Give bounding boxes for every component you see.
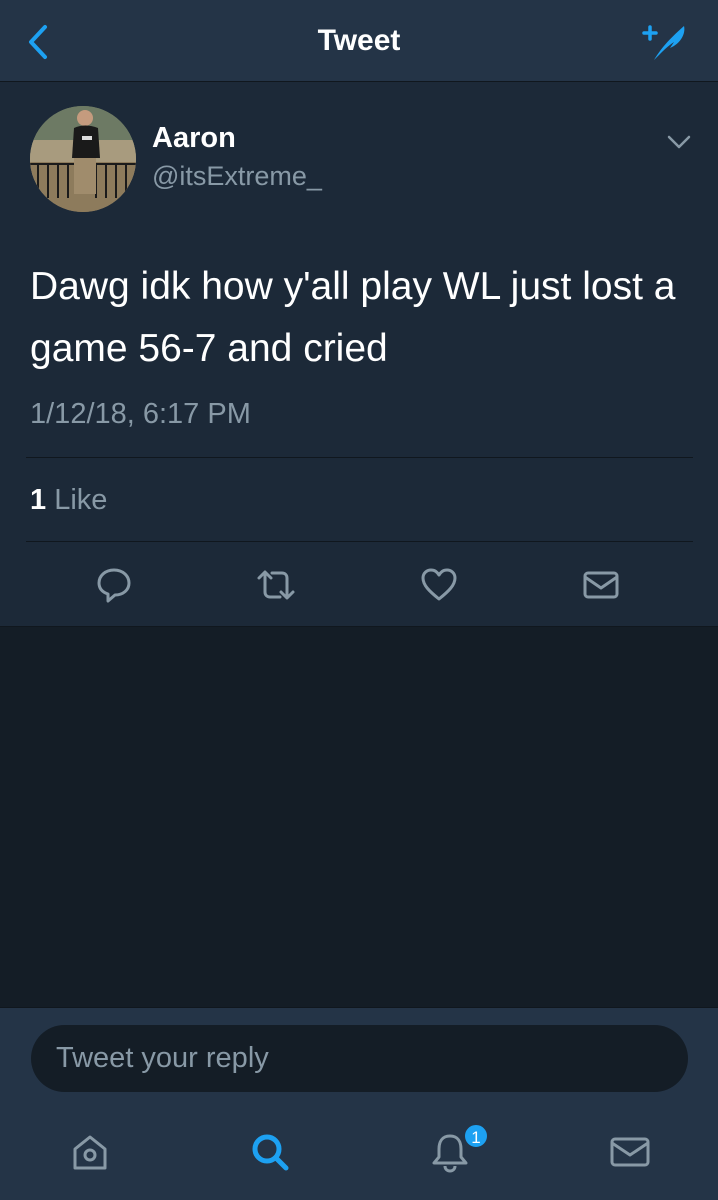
tab-home[interactable] <box>62 1124 118 1180</box>
tab-search[interactable] <box>242 1124 298 1180</box>
reply-bar <box>0 1007 718 1200</box>
retweet-icon <box>257 570 295 600</box>
reply-input[interactable] <box>31 1025 688 1092</box>
likes-label: Like <box>54 484 108 516</box>
tweet-text: Dawg idk how y'all play WL just lost a g… <box>30 265 676 370</box>
avatar[interactable] <box>30 106 136 212</box>
divider <box>26 457 693 458</box>
user-handle[interactable]: @itsExtreme_ <box>152 161 322 192</box>
chevron-down-icon <box>667 135 691 149</box>
compose-button[interactable] <box>640 20 692 64</box>
like-button[interactable] <box>414 560 464 610</box>
avatar-photo <box>30 106 136 212</box>
tab-messages[interactable] <box>602 1124 658 1180</box>
likes-count[interactable]: 1 Like <box>30 484 107 517</box>
messages-icon <box>610 1137 650 1167</box>
home-icon <box>73 1135 107 1170</box>
retweet-button[interactable] <box>251 560 301 610</box>
compose-tweet-icon <box>642 25 685 60</box>
direct-message-icon <box>583 571 619 599</box>
reply-button[interactable] <box>89 560 139 610</box>
tweet-options-button[interactable] <box>664 130 694 154</box>
tweet-detail: Aaron @itsExtreme_ Dawg idk how y'all pl… <box>0 82 718 627</box>
divider <box>26 541 693 542</box>
tweet-timestamp: 1/12/18, 6:17 PM <box>30 398 251 430</box>
direct-message-button[interactable] <box>576 560 626 610</box>
like-icon <box>421 568 457 601</box>
search-icon <box>252 1134 289 1171</box>
notification-badge: 1 <box>463 1123 489 1149</box>
likes-number: 1 <box>30 484 47 516</box>
header-bar: Tweet <box>0 0 718 82</box>
user-name[interactable]: Aaron <box>152 122 236 155</box>
reply-icon <box>97 568 131 603</box>
page-title: Tweet <box>317 24 401 57</box>
